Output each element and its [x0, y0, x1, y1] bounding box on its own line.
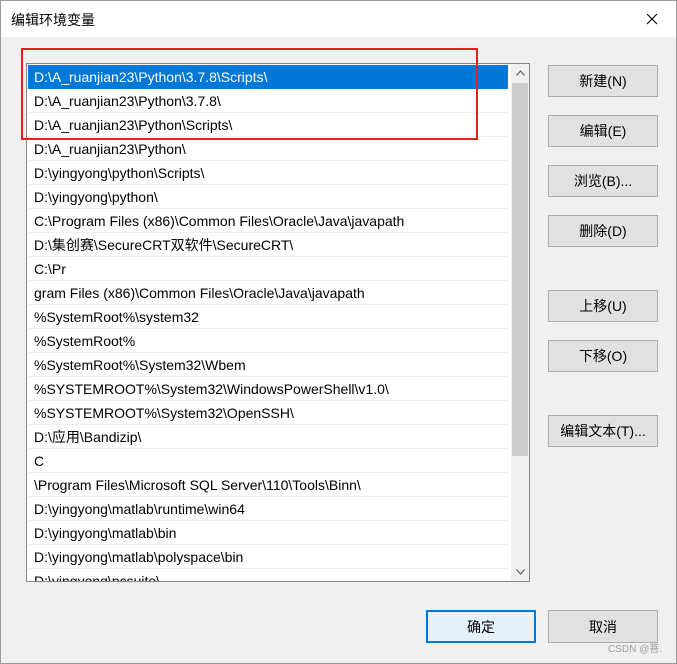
path-list-item[interactable]: D:\yingyong\python\Scripts\: [28, 161, 508, 185]
edit-button[interactable]: 编辑(E): [548, 115, 658, 147]
path-list-item[interactable]: D:\yingyong\matlab\runtime\win64: [28, 497, 508, 521]
scroll-up-button[interactable]: [511, 64, 529, 82]
edit-text-button[interactable]: 编辑文本(T)...: [548, 415, 658, 447]
vertical-scrollbar[interactable]: [511, 64, 529, 581]
new-button[interactable]: 新建(N): [548, 65, 658, 97]
move-up-button[interactable]: 上移(U): [548, 290, 658, 322]
path-list-item[interactable]: %SystemRoot%\System32\Wbem: [28, 353, 508, 377]
path-list-item[interactable]: C:\Program Files (x86)\Common Files\Orac…: [28, 209, 508, 233]
path-list-item[interactable]: %SYSTEMROOT%\System32\WindowsPowerShell\…: [28, 377, 508, 401]
path-list-item[interactable]: D:\yingyong\matlab\polyspace\bin: [28, 545, 508, 569]
close-icon: [646, 13, 658, 25]
cancel-button[interactable]: 取消: [548, 610, 658, 643]
path-list-item[interactable]: D:\A_ruanjian23\Python\3.7.8\Scripts\: [28, 65, 508, 89]
path-list-item[interactable]: D:\应用\Bandizip\: [28, 425, 508, 449]
path-list-item[interactable]: D:\A_ruanjian23\Python\: [28, 137, 508, 161]
path-list-item[interactable]: D:\A_ruanjian23\Python\3.7.8\: [28, 89, 508, 113]
path-list-item[interactable]: %SystemRoot%\system32: [28, 305, 508, 329]
watermark: CSDN @菩.: [607, 644, 662, 655]
move-down-button[interactable]: 下移(O): [548, 340, 658, 372]
path-list-item[interactable]: \Program Files\Microsoft SQL Server\110\…: [28, 473, 508, 497]
path-list-item[interactable]: C: [28, 449, 508, 473]
chevron-up-icon: [515, 70, 525, 76]
path-list-item[interactable]: D:\集创赛\SecureCRT双软件\SecureCRT\: [28, 233, 508, 257]
window-title: 编辑环境变量: [11, 12, 95, 28]
path-list-item[interactable]: gram Files (x86)\Common Files\Oracle\Jav…: [28, 281, 508, 305]
path-list-item[interactable]: %SystemRoot%: [28, 329, 508, 353]
path-list-item[interactable]: D:\yingyong\python\: [28, 185, 508, 209]
close-button[interactable]: [632, 3, 672, 35]
scroll-down-button[interactable]: [511, 563, 529, 581]
delete-button[interactable]: 删除(D): [548, 215, 658, 247]
path-list-item[interactable]: D:\A_ruanjian23\Python\Scripts\: [28, 113, 508, 137]
scroll-thumb[interactable]: [512, 83, 528, 456]
edit-env-var-dialog: 编辑环境变量 D:\A_ruanjian23\Python\3.7.8\Scri…: [0, 0, 677, 664]
path-list[interactable]: D:\A_ruanjian23\Python\3.7.8\Scripts\ D:\…: [26, 63, 530, 582]
path-list-rows: D:\A_ruanjian23\Python\3.7.8\Scripts\ D:\…: [28, 65, 508, 581]
path-list-item[interactable]: D:\yingyong\pcsuite\: [28, 569, 508, 581]
title-bar: 编辑环境变量: [1, 1, 676, 37]
path-list-item[interactable]: D:\yingyong\matlab\bin: [28, 521, 508, 545]
ok-button[interactable]: 确定: [426, 610, 536, 643]
path-list-item[interactable]: %SYSTEMROOT%\System32\OpenSSH\: [28, 401, 508, 425]
path-list-item[interactable]: C:\Pr: [28, 257, 508, 281]
chevron-down-icon: [515, 569, 525, 575]
browse-button[interactable]: 浏览(B)...: [548, 165, 658, 197]
